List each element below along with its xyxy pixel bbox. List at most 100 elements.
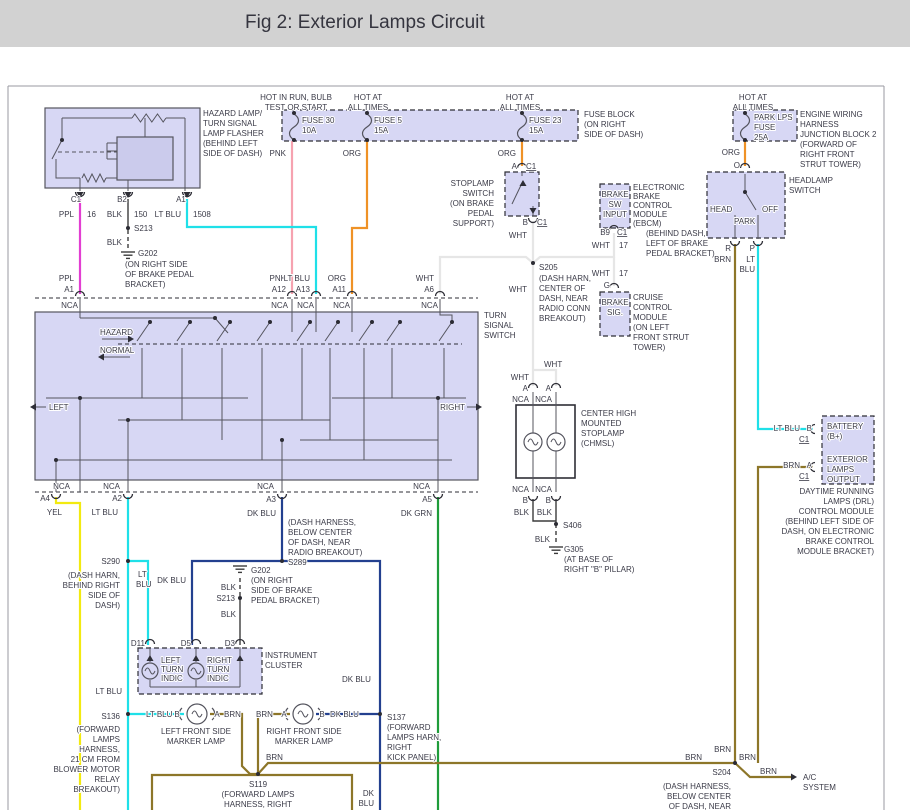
diagram-label: YEL: [47, 508, 63, 517]
diagram-label: LAMPS: [93, 735, 120, 744]
splice-dot: [280, 438, 284, 442]
diagram-label: B: [807, 424, 812, 433]
diagram-label: 17: [619, 269, 628, 278]
diagram-label: LAMP FLASHER: [203, 129, 264, 138]
diagram-label: HOT AT: [506, 93, 534, 102]
diagram-label: DK BLU: [247, 509, 276, 518]
diagram-label: S205: [539, 263, 558, 272]
diagram-label: G: [604, 281, 610, 290]
splice-dot: [398, 320, 402, 324]
diagram-label: (BEHIND LEFT: [203, 139, 258, 148]
diagram-label: LEFT OF BRAKE: [646, 239, 708, 248]
diagram-label: CLUSTER: [265, 661, 303, 670]
diagram-label: LT: [746, 255, 755, 264]
diagram-label: HARNESS,: [79, 745, 120, 754]
diagram-label: 15A: [374, 126, 389, 135]
diagram-label: BLK: [107, 238, 123, 247]
diagram-label: (ON RIGHT: [584, 120, 626, 129]
diagram-label: C1: [799, 435, 810, 444]
splice-dot: [292, 138, 296, 142]
splice-dot: [280, 559, 284, 563]
diagram-label: (DASH HARNESS,: [288, 518, 356, 527]
diagram-label: FUSE: [754, 123, 775, 132]
diagram-label: (B+): [827, 432, 843, 441]
diagram-label: OF BRAKE PEDAL: [125, 270, 194, 279]
diagram-label: A: [546, 384, 552, 393]
diagram-label: NCA: [257, 482, 275, 491]
diagram-label: CRUISE: [633, 293, 663, 302]
diagram-label: A4: [40, 494, 50, 503]
diagram-label: TOWER): [633, 343, 666, 352]
diagram-label: (FORWARD: [387, 723, 431, 732]
diagram-label: MODULE: [633, 313, 667, 322]
splice-dot: [743, 138, 747, 142]
splice-dot: [733, 761, 737, 765]
diagram-label: SIDE OF DASH): [584, 130, 643, 139]
diagram-label: (FORWARD OF: [800, 140, 857, 149]
diagram-label: SWITCH: [484, 331, 516, 340]
splice-dot: [126, 559, 130, 563]
diagram-label: S290: [101, 557, 120, 566]
diagram-label: MARKER LAMP: [275, 737, 333, 746]
diagram-label: DK GRN: [401, 509, 432, 518]
diagram-label: (FORWARD: [76, 725, 120, 734]
diagram-label: HOT IN RUN, BULB: [260, 93, 332, 102]
diagram-label: 25A: [754, 133, 769, 142]
splice-dot: [126, 226, 130, 230]
diagram-label: O: [734, 161, 740, 170]
diagram-label: SIGNAL: [484, 321, 514, 330]
arrow-icon: [476, 403, 482, 411]
diagram-label: 15A: [529, 126, 544, 135]
diagram-label: EXTERIOR: [827, 455, 868, 464]
splice-dot: [268, 320, 272, 324]
diagram-label: NCA: [535, 485, 553, 494]
diagram-label: STOPLAMP: [581, 429, 624, 438]
diagram-label: NCA: [535, 395, 553, 404]
diagram-label: ORG: [722, 148, 740, 157]
diagram-label: PARK: [734, 217, 756, 226]
connector-pin-icon: [144, 638, 156, 645]
chmsl-box: [515, 404, 576, 479]
diagram-label: TURN: [484, 311, 506, 320]
diagram-label: ALL TIMES: [500, 103, 540, 112]
screenshot-stage: Fig 2: Exterior Lamps Circuit HAZARD LAM…: [0, 0, 910, 810]
diagram-label: 21 CM FROM: [71, 755, 121, 764]
splice-dot: [531, 261, 535, 265]
diagram-label: (EBCM): [633, 219, 662, 228]
diagram-label: NCA: [61, 301, 79, 310]
diagram-label: LEFT FRONT SIDE: [161, 727, 231, 736]
diagram-label: CENTER HIGH: [581, 409, 636, 418]
diagram-label: KICK PANEL): [387, 753, 437, 762]
diagram-label: BRN: [685, 753, 702, 762]
diagram-label: LT BLU: [146, 710, 173, 719]
diagram-label: FUSE 23: [529, 116, 562, 125]
diagram-label: PEDAL BRACKET): [251, 596, 320, 605]
diagram-label: BLK: [107, 210, 123, 219]
diagram-label: DK BLU: [330, 710, 359, 719]
diagram-label: NCA: [103, 482, 121, 491]
diagram-label: C1: [617, 228, 628, 237]
diagram-label: C1: [799, 472, 810, 481]
splice-dot: [743, 190, 747, 194]
diagram-label: SYSTEM: [803, 783, 836, 792]
diagram-label: JUNCTION BLOCK 2: [800, 130, 877, 139]
diagram-label: HOT AT: [354, 93, 382, 102]
diagram-label: HARNESS: [800, 120, 839, 129]
diagram-label: HEADLAMP: [789, 176, 833, 185]
diagram-label: A: [512, 162, 518, 171]
diagram-label: A/C: [803, 773, 817, 782]
diagram-label: DK: [363, 789, 375, 798]
diagram-label: BRACKET): [125, 280, 166, 289]
diagram-label: 10A: [302, 126, 317, 135]
diagram-label: (ON BRAKE: [450, 199, 494, 208]
diagram-label: BELOW CENTER: [667, 792, 731, 801]
diagram-label: (BEHIND LEFT SIDE OF: [785, 517, 874, 526]
diagram-label: STRUT TOWER): [800, 160, 861, 169]
diagram-label: D3: [225, 639, 236, 648]
diagram-label: PEDAL: [468, 209, 495, 218]
splice-dot: [370, 320, 374, 324]
diagram-label: G202: [251, 566, 271, 575]
diagram-label: WHT: [511, 373, 529, 382]
diagram-label: 16: [87, 210, 96, 219]
diagram-label: B: [546, 496, 551, 505]
